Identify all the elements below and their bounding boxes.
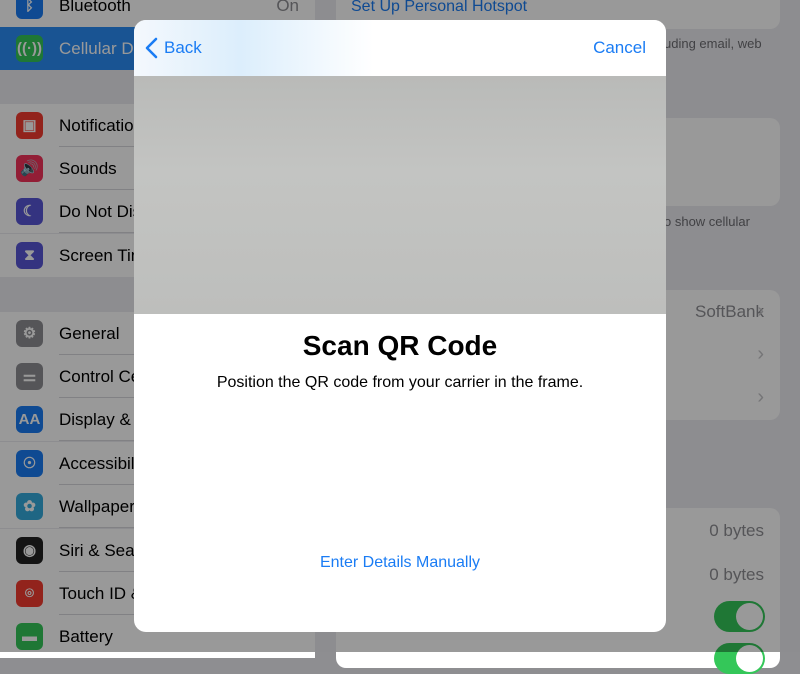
back-button[interactable]: Back [144, 20, 202, 76]
back-label: Back [164, 38, 202, 57]
qr-scan-modal: Back Cancel Scan QR Code Position the QR… [134, 20, 666, 632]
cancel-button[interactable]: Cancel [593, 20, 646, 76]
chevron-left-icon [145, 37, 158, 59]
camera-viewfinder [134, 76, 666, 314]
enter-details-manually-button[interactable]: Enter Details Manually [134, 554, 666, 572]
instruction-text: Position the QR code from your carrier i… [216, 374, 584, 391]
page-title: Scan QR Code [302, 330, 498, 361]
modal-navbar: Back Cancel [134, 20, 666, 77]
